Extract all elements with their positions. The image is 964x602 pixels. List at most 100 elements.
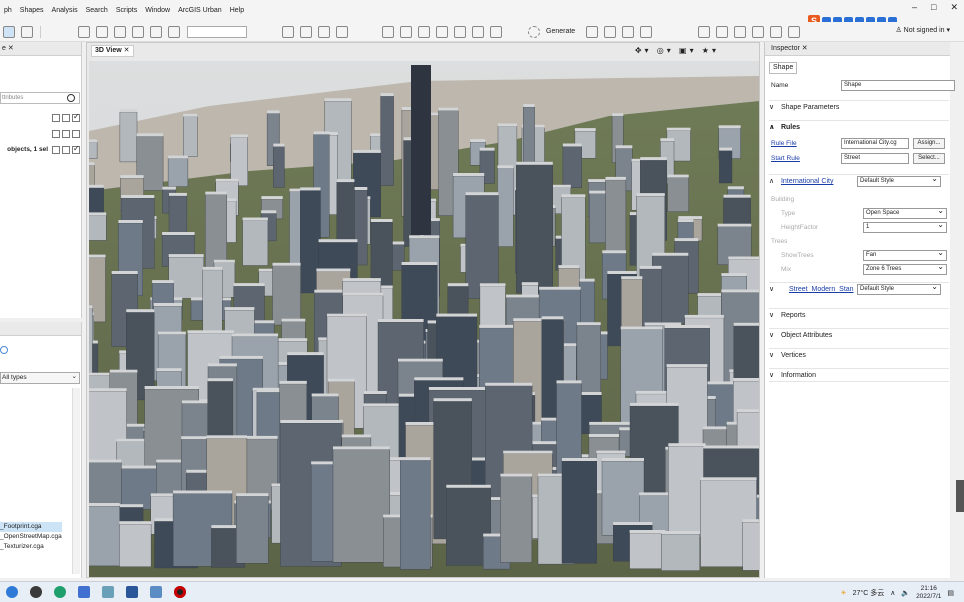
list-item[interactable]: _OpenStreetMap.cga [0,532,62,542]
information-section[interactable]: ∨ Information [769,368,949,382]
ruler-icon[interactable] [698,25,711,38]
notification-icon[interactable]: ▤ [947,589,954,597]
object-attributes-section[interactable]: ∨ Object Attributes [769,328,949,342]
building[interactable] [516,164,554,294]
3d-viewport[interactable] [89,61,759,577]
rotate-tool-icon[interactable] [114,25,126,38]
generate-icon[interactable] [528,25,540,38]
align-tool-icon[interactable] [132,25,144,38]
app-icon[interactable] [102,586,114,598]
list-item[interactable]: _Footprint.cga [0,522,62,532]
layer-enabled-checkbox[interactable] [72,130,80,138]
shape-parameters-section[interactable]: ∨ Shape Parameters [769,100,949,114]
building[interactable] [719,150,733,184]
shape-tab[interactable]: Shape [769,62,798,74]
show-trees-select[interactable]: Fan [863,248,947,261]
toolbar-input-field[interactable] [187,25,247,38]
start-rule-link[interactable]: Start Rule [771,155,800,162]
street-network-icon[interactable] [336,25,348,38]
international-city-style-select[interactable]: Default Style [857,174,941,187]
rule-file-icon[interactable] [586,25,599,38]
menu-arcgis-urban[interactable]: ArcGIS Urban [174,0,226,22]
rule-file-input[interactable]: International City.cg [841,138,909,149]
layer-visibility-checkbox[interactable] [62,130,70,138]
refresh-icon[interactable] [0,346,8,354]
explorer-icon[interactable] [150,586,162,598]
maximize-button[interactable]: □ [931,2,936,12]
layer-enabled-checkbox[interactable] [72,112,80,122]
attribute-search-input[interactable]: ttributes [0,92,80,104]
circle-shape-icon[interactable] [418,25,430,38]
start-icon[interactable] [6,586,18,598]
close-button[interactable]: ✕ [950,2,958,13]
grow-streets-icon[interactable] [318,25,330,38]
menu-help[interactable]: Help [226,0,248,22]
cloud-sync-icon[interactable] [788,25,801,38]
assign-button[interactable]: Assign... [913,138,945,149]
layer-visibility-checkbox[interactable] [62,114,70,122]
edge-handle[interactable] [956,480,964,512]
building[interactable] [89,142,98,159]
street-modern-section[interactable]: ∨ Street_Modern_Stan Default Style [769,282,949,296]
menu-window[interactable]: Window [141,0,174,22]
building[interactable] [497,168,514,247]
file-type-select[interactable]: All types ⌄ [0,372,80,384]
store-icon[interactable] [78,586,90,598]
globe-icon[interactable] [770,25,783,38]
building[interactable] [667,177,689,212]
lock-tool-icon[interactable] [168,25,180,38]
undo-icon[interactable] [622,25,635,38]
reports-section[interactable]: ∨ Reports [769,308,949,322]
menu-analysis[interactable]: Analysis [48,0,82,22]
terrain-brush-icon[interactable] [436,25,448,38]
scene-panel-tabs[interactable]: e ✕ [0,42,81,56]
measure-icon[interactable] [490,25,502,38]
building[interactable] [380,95,394,186]
building[interactable] [400,460,431,570]
polygon-shape-icon[interactable] [382,25,394,38]
type-select[interactable]: Open Space [863,206,947,219]
building[interactable] [561,460,597,564]
building[interactable] [242,220,269,266]
target-icon[interactable] [752,25,765,38]
rectangle-shape-icon[interactable] [400,25,412,38]
building[interactable] [272,265,301,326]
select-tool-icon[interactable] [3,25,15,38]
tray-chevron-icon[interactable]: ∧ [890,589,895,597]
menu-scripts[interactable]: Scripts [112,0,141,22]
view-options-icons[interactable]: ✥▾ ◎▾ ▣▾ ★▾ [635,46,719,55]
building[interactable] [119,112,138,163]
rule-file-link[interactable]: Rule File [771,140,797,147]
building[interactable] [167,158,189,187]
draw-street-icon[interactable] [282,25,294,38]
street-modern-link[interactable]: Street_Modern_Stan [781,286,854,293]
list-item[interactable]: _Texturizer.cga [0,542,62,552]
building[interactable] [562,146,582,188]
start-rule-input[interactable]: Street [841,153,909,164]
mix-select[interactable]: Zone 6 Trees [863,262,947,275]
building[interactable] [465,194,499,299]
volume-icon[interactable]: 🔈 [901,589,910,597]
building[interactable] [479,286,506,328]
tree-brush-icon[interactable] [454,25,466,38]
scale-tool-icon[interactable] [96,25,108,38]
minimize-button[interactable]: – [912,2,917,12]
3d-view-tab[interactable]: 3D View ✕ [91,45,134,57]
building[interactable] [168,256,204,299]
clock[interactable]: 21:16 2022/7/1 [916,585,941,601]
menu-graph[interactable]: ph [0,0,16,22]
rules-section[interactable]: ∧ Rules [769,120,949,134]
building[interactable] [742,522,759,571]
layer-lock-checkbox[interactable] [52,114,60,122]
draw-freehand-icon[interactable] [300,25,312,38]
international-city-link[interactable]: International City [781,178,834,185]
building[interactable] [89,505,120,567]
building[interactable] [668,446,706,538]
navigator-panel-header[interactable] [0,322,81,336]
select-button[interactable]: Select... [913,153,945,164]
weather-text[interactable]: 27°C 多云 [853,588,885,598]
height-factor-input[interactable]: 1 [863,220,947,233]
building[interactable] [500,476,533,563]
layer-lock-checkbox[interactable] [52,130,60,138]
search-icon[interactable] [67,94,75,102]
